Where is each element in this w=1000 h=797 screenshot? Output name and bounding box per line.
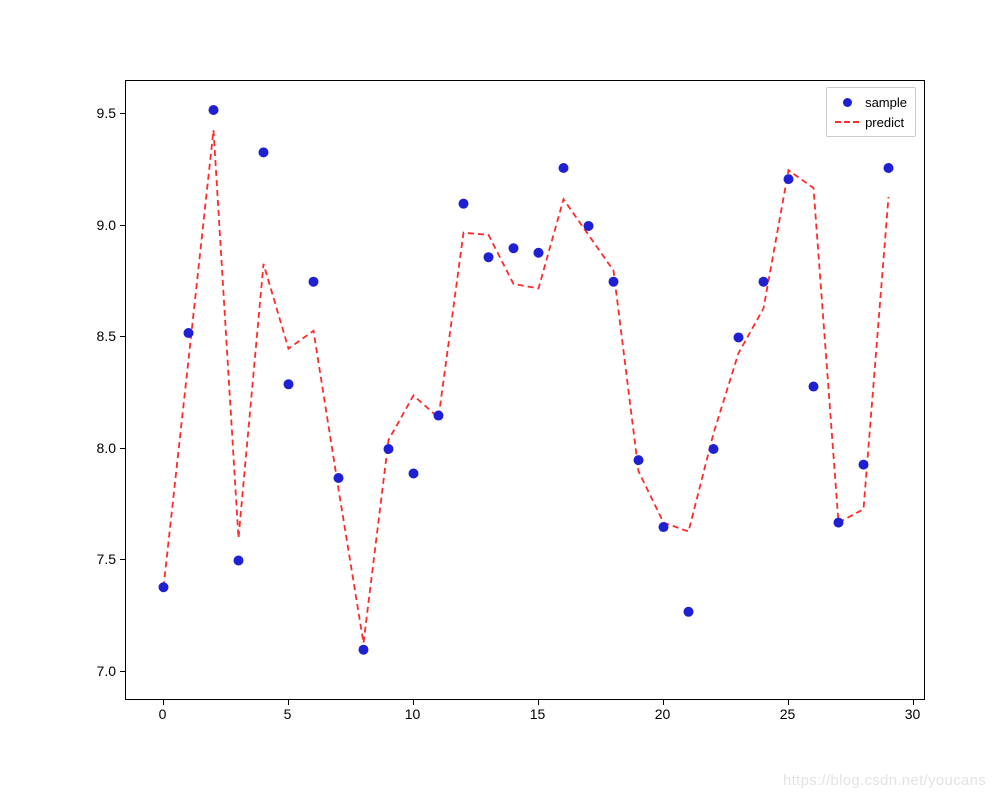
x-tick-mark <box>538 700 539 705</box>
y-tick-mark <box>120 448 125 449</box>
sample-dot <box>209 105 219 115</box>
x-tick-label: 30 <box>905 706 921 722</box>
sample-dot <box>509 243 519 253</box>
y-tick-mark <box>120 671 125 672</box>
sample-dot <box>559 163 569 173</box>
y-tick-label: 7.5 <box>66 551 116 567</box>
y-tick-label: 9.0 <box>66 217 116 233</box>
sample-dot <box>759 277 769 287</box>
sample-dot <box>684 607 694 617</box>
legend-label-predict: predict <box>859 115 904 130</box>
y-tick-label: 9.5 <box>66 105 116 121</box>
sample-dot <box>484 252 494 262</box>
legend-marker-sample <box>835 98 859 107</box>
x-tick-mark <box>163 700 164 705</box>
predict-line <box>164 130 889 643</box>
y-tick-label: 8.0 <box>66 440 116 456</box>
legend-item-predict: predict <box>835 112 907 132</box>
x-tick-mark <box>288 700 289 705</box>
x-tick-mark <box>913 700 914 705</box>
sample-dot <box>159 582 169 592</box>
sample-dot <box>459 199 469 209</box>
sample-dot <box>259 147 269 157</box>
sample-dot <box>859 460 869 470</box>
x-tick-label: 5 <box>284 706 292 722</box>
plot-area: sample predict <box>125 80 925 700</box>
x-tick-mark <box>413 700 414 705</box>
sample-dot <box>309 277 319 287</box>
y-tick-mark <box>120 336 125 337</box>
y-tick-mark <box>120 113 125 114</box>
x-tick-mark <box>788 700 789 705</box>
sample-dot <box>709 444 719 454</box>
plot-svg <box>126 81 926 701</box>
x-tick-label: 25 <box>780 706 796 722</box>
sample-dot <box>734 332 744 342</box>
chart-container: sample predict 7.0 7.5 8.0 8.5 9.0 9.5 0 5 10 15 2… <box>0 0 1000 797</box>
watermark-text: https://blog.csdn.net/youcans <box>783 772 986 789</box>
sample-dot <box>359 645 369 655</box>
legend-item-sample: sample <box>835 92 907 112</box>
sample-dot <box>884 163 894 173</box>
sample-dot <box>434 411 444 421</box>
sample-dot <box>384 444 394 454</box>
sample-dot <box>659 522 669 532</box>
sample-dot <box>234 556 244 566</box>
sample-dot <box>409 469 419 479</box>
legend-marker-predict <box>835 121 859 123</box>
sample-dot <box>334 473 344 483</box>
x-tick-label: 0 <box>159 706 167 722</box>
sample-dot <box>284 379 294 389</box>
sample-dot <box>809 382 819 392</box>
sample-dot <box>534 248 544 258</box>
x-tick-mark <box>663 700 664 705</box>
legend-box: sample predict <box>826 87 916 137</box>
y-tick-label: 8.5 <box>66 328 116 344</box>
sample-dot <box>584 221 594 231</box>
y-tick-label: 7.0 <box>66 663 116 679</box>
x-tick-label: 10 <box>405 706 421 722</box>
legend-label-sample: sample <box>859 95 907 110</box>
x-tick-label: 15 <box>530 706 546 722</box>
sample-dot <box>784 174 794 184</box>
sample-dot <box>634 455 644 465</box>
sample-dot <box>184 328 194 338</box>
x-tick-label: 20 <box>655 706 671 722</box>
sample-dot <box>609 277 619 287</box>
sample-dot <box>834 518 844 528</box>
y-tick-mark <box>120 559 125 560</box>
y-tick-mark <box>120 225 125 226</box>
